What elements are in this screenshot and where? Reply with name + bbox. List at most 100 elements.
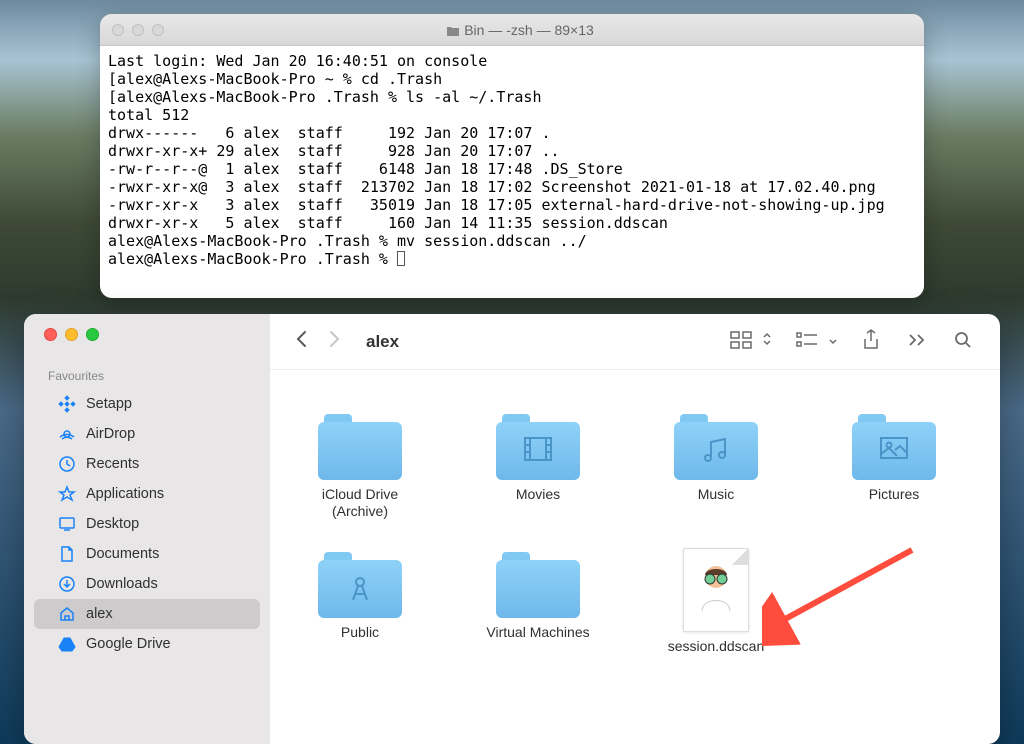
sidebar-item-desktop[interactable]: Desktop bbox=[34, 509, 260, 539]
item-label: Pictures bbox=[869, 486, 920, 503]
terminal-line: drwx------ 6 alex staff 192 Jan 20 17:07… bbox=[108, 124, 551, 142]
folder-icon bbox=[446, 25, 460, 37]
terminal-line: -rw-r--r--@ 1 alex staff 6148 Jan 18 17:… bbox=[108, 160, 623, 178]
sidebar-item-google-drive[interactable]: Google Drive bbox=[34, 629, 260, 659]
terminal-line: alex@Alexs-MacBook-Pro .Trash % bbox=[108, 250, 397, 268]
forward-button[interactable] bbox=[328, 328, 342, 356]
folder-virtual-machines[interactable]: Virtual Machines bbox=[472, 548, 604, 655]
back-button[interactable] bbox=[294, 328, 308, 356]
window-controls bbox=[112, 24, 164, 36]
sidebar-section-label: Favourites bbox=[24, 365, 270, 389]
finder-main: alex iCloud Drive (Archive) bbox=[270, 314, 1000, 744]
item-label: Public bbox=[341, 624, 379, 641]
chevron-double-right-icon bbox=[908, 333, 926, 347]
recents-icon bbox=[58, 455, 76, 473]
terminal-line: [alex@Alexs-MacBook-Pro ~ % cd .Trash bbox=[108, 70, 442, 88]
share-icon bbox=[862, 329, 880, 351]
folder-movies[interactable]: Movies bbox=[472, 410, 604, 520]
sidebar-item-label: Applications bbox=[86, 486, 164, 502]
folder-music[interactable]: Music bbox=[650, 410, 782, 520]
folder-public[interactable]: Public bbox=[294, 548, 426, 655]
item-label: Virtual Machines bbox=[486, 624, 589, 641]
search-icon bbox=[954, 331, 972, 349]
app-face-icon bbox=[684, 561, 748, 620]
folder-icon bbox=[496, 410, 580, 480]
sidebar-item-label: Downloads bbox=[86, 576, 158, 592]
icon-grid: iCloud Drive (Archive) Movies Music bbox=[294, 410, 976, 655]
chevron-down-icon bbox=[828, 333, 838, 351]
terminal-line: -rwxr-xr-x 3 alex staff 35019 Jan 18 17:… bbox=[108, 196, 885, 214]
desktop-icon bbox=[58, 515, 76, 533]
folder-icon bbox=[496, 548, 580, 618]
terminal-cursor bbox=[397, 251, 405, 266]
maximize-button[interactable] bbox=[86, 328, 99, 341]
folder-icon bbox=[318, 548, 402, 618]
list-icon bbox=[796, 332, 818, 348]
item-label: Music bbox=[698, 486, 735, 503]
sidebar-item-recents[interactable]: Recents bbox=[34, 449, 260, 479]
window-controls bbox=[24, 328, 270, 341]
setapp-icon bbox=[58, 395, 76, 413]
terminal-line: drwxr-xr-x 5 alex staff 160 Jan 14 11:35… bbox=[108, 214, 668, 232]
sidebar-item-downloads[interactable]: Downloads bbox=[34, 569, 260, 599]
folder-icon bbox=[674, 410, 758, 480]
item-label: Movies bbox=[516, 486, 560, 503]
movies-glyph-icon bbox=[496, 436, 580, 467]
group-by-button[interactable] bbox=[792, 328, 822, 355]
finder-location: alex bbox=[366, 332, 399, 352]
terminal-output[interactable]: Last login: Wed Jan 20 16:40:51 on conso… bbox=[100, 46, 924, 274]
google-drive-icon bbox=[58, 635, 76, 653]
grid-icon bbox=[730, 331, 752, 349]
file-session-ddscan[interactable]: session.ddscan bbox=[650, 548, 782, 655]
terminal-titlebar[interactable]: Bin — -zsh — 89×13 bbox=[100, 14, 924, 46]
file-icon bbox=[683, 548, 749, 632]
sidebar-item-setapp[interactable]: Setapp bbox=[34, 389, 260, 419]
finder-content[interactable]: iCloud Drive (Archive) Movies Music bbox=[270, 370, 1000, 744]
terminal-line: drwxr-xr-x+ 29 alex staff 928 Jan 20 17:… bbox=[108, 142, 560, 160]
sidebar-item-label: alex bbox=[86, 606, 113, 622]
folder-icloud-drive-archive[interactable]: iCloud Drive (Archive) bbox=[294, 410, 426, 520]
sidebar-item-home[interactable]: alex bbox=[34, 599, 260, 629]
sidebar-item-documents[interactable]: Documents bbox=[34, 539, 260, 569]
public-glyph-icon bbox=[318, 574, 402, 607]
terminal-title: Bin — -zsh — 89×13 bbox=[164, 22, 876, 38]
terminal-window: Bin — -zsh — 89×13 Last login: Wed Jan 2… bbox=[100, 14, 924, 298]
sidebar-items: Setapp AirDrop Recents Applications Desk… bbox=[24, 389, 270, 659]
close-button[interactable] bbox=[112, 24, 124, 36]
search-button[interactable] bbox=[950, 327, 976, 356]
terminal-line: Last login: Wed Jan 20 16:40:51 on conso… bbox=[108, 52, 487, 70]
sidebar-item-label: Setapp bbox=[86, 396, 132, 412]
airdrop-icon bbox=[58, 425, 76, 443]
sidebar-item-label: AirDrop bbox=[86, 426, 135, 442]
sidebar-item-label: Documents bbox=[86, 546, 159, 562]
finder-toolbar: alex bbox=[270, 314, 1000, 370]
terminal-line: [alex@Alexs-MacBook-Pro .Trash % ls -al … bbox=[108, 88, 541, 106]
finder-window: Favourites Setapp AirDrop Recents Applic… bbox=[24, 314, 1000, 744]
item-label: iCloud Drive (Archive) bbox=[294, 486, 426, 520]
folder-icon bbox=[852, 410, 936, 480]
sidebar-item-label: Recents bbox=[86, 456, 139, 472]
folder-icon bbox=[318, 410, 402, 480]
terminal-line: -rwxr-xr-x@ 3 alex staff 213702 Jan 18 1… bbox=[108, 178, 876, 196]
finder-sidebar: Favourites Setapp AirDrop Recents Applic… bbox=[24, 314, 270, 744]
sidebar-item-label: Desktop bbox=[86, 516, 139, 532]
item-label: session.ddscan bbox=[668, 638, 765, 655]
minimize-button[interactable] bbox=[132, 24, 144, 36]
downloads-icon bbox=[58, 575, 76, 593]
folder-pictures[interactable]: Pictures bbox=[828, 410, 960, 520]
applications-icon bbox=[58, 485, 76, 503]
minimize-button[interactable] bbox=[65, 328, 78, 341]
sidebar-item-airdrop[interactable]: AirDrop bbox=[34, 419, 260, 449]
share-button[interactable] bbox=[858, 325, 884, 358]
sidebar-item-applications[interactable]: Applications bbox=[34, 479, 260, 509]
terminal-line: alex@Alexs-MacBook-Pro .Trash % mv sessi… bbox=[108, 232, 587, 250]
documents-icon bbox=[58, 545, 76, 563]
home-icon bbox=[58, 605, 76, 623]
more-button[interactable] bbox=[904, 329, 930, 354]
pictures-glyph-icon bbox=[852, 436, 936, 465]
view-grid-button[interactable] bbox=[726, 327, 756, 356]
maximize-button[interactable] bbox=[152, 24, 164, 36]
close-button[interactable] bbox=[44, 328, 57, 341]
sidebar-item-label: Google Drive bbox=[86, 636, 171, 652]
terminal-line: total 512 bbox=[108, 106, 189, 124]
